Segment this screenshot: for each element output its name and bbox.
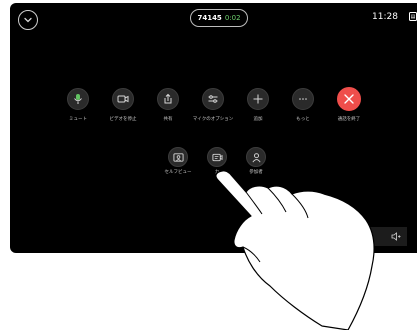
hand-pointer-illustration [215, 170, 375, 330]
